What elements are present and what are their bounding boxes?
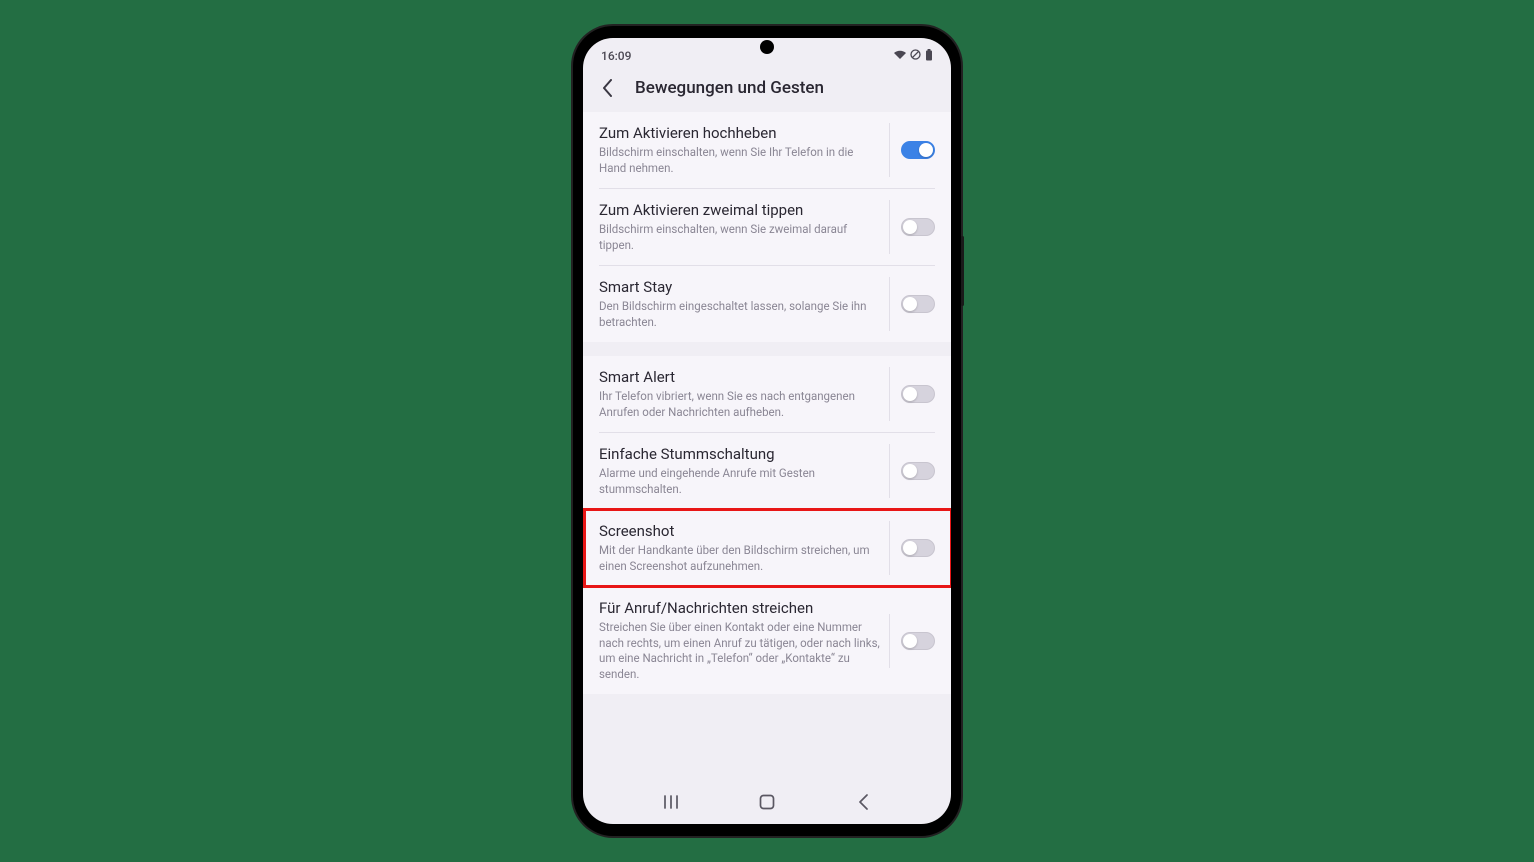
toggle-wrap bbox=[889, 462, 935, 480]
setting-subtitle: Mit der Handkante über den Bildschirm st… bbox=[599, 543, 881, 574]
no-disturb-icon bbox=[910, 49, 921, 63]
setting-text: Einfache Stummschaltung Alarme und eingeh… bbox=[599, 445, 889, 497]
header: Bewegungen und Gesten bbox=[583, 68, 951, 112]
setting-text: Zum Aktivieren hochheben Bildschirm einsc… bbox=[599, 124, 889, 176]
nav-home-button[interactable] bbox=[755, 790, 779, 814]
phone-frame: 16:09 Bewegungen und Gesten Zum Aktivier… bbox=[573, 26, 961, 836]
setting-row[interactable]: Smart Alert Ihr Telefon vibriert, wenn Si… bbox=[583, 356, 951, 432]
chevron-left-icon bbox=[602, 79, 613, 97]
setting-title: Für Anruf/Nachrichten streichen bbox=[599, 599, 881, 617]
setting-row[interactable]: Einfache Stummschaltung Alarme und eingeh… bbox=[583, 433, 951, 509]
toggle-wrap bbox=[889, 539, 935, 557]
toggle-switch[interactable] bbox=[901, 539, 935, 557]
wifi-icon bbox=[894, 49, 906, 63]
setting-title: Zum Aktivieren hochheben bbox=[599, 124, 881, 142]
toggle-switch[interactable] bbox=[901, 385, 935, 403]
screen: 16:09 Bewegungen und Gesten Zum Aktivier… bbox=[583, 38, 951, 824]
setting-subtitle: Ihr Telefon vibriert, wenn Sie es nach e… bbox=[599, 389, 881, 420]
navigation-bar bbox=[583, 780, 951, 824]
settings-content[interactable]: Zum Aktivieren hochheben Bildschirm einsc… bbox=[583, 112, 951, 780]
back-icon bbox=[858, 794, 869, 810]
setting-title: Zum Aktivieren zweimal tippen bbox=[599, 201, 881, 219]
toggle-switch[interactable] bbox=[901, 295, 935, 313]
toggle-wrap bbox=[889, 141, 935, 159]
page-title: Bewegungen und Gesten bbox=[635, 78, 824, 98]
setting-subtitle: Streichen Sie über einen Kontakt oder ei… bbox=[599, 620, 881, 682]
setting-row[interactable]: Für Anruf/Nachrichten streichen Streichen… bbox=[583, 587, 951, 694]
toggle-switch[interactable] bbox=[901, 141, 935, 159]
toggle-wrap bbox=[889, 632, 935, 650]
setting-title: Screenshot bbox=[599, 522, 881, 540]
setting-text: Für Anruf/Nachrichten streichen Streichen… bbox=[599, 599, 889, 682]
setting-subtitle: Bildschirm einschalten, wenn Sie Ihr Tel… bbox=[599, 145, 881, 176]
setting-title: Smart Stay bbox=[599, 278, 881, 296]
back-button[interactable] bbox=[597, 78, 617, 98]
status-icons bbox=[894, 49, 933, 64]
setting-text: Smart Stay Den Bildschirm eingeschaltet l… bbox=[599, 278, 889, 330]
nav-recents-button[interactable] bbox=[659, 790, 683, 814]
settings-group: Zum Aktivieren hochheben Bildschirm einsc… bbox=[583, 112, 951, 342]
setting-text: Zum Aktivieren zweimal tippen Bildschirm … bbox=[599, 201, 889, 253]
side-button bbox=[961, 236, 964, 306]
status-time: 16:09 bbox=[601, 49, 631, 63]
setting-row[interactable]: Zum Aktivieren hochheben Bildschirm einsc… bbox=[583, 112, 951, 188]
toggle-switch[interactable] bbox=[901, 462, 935, 480]
setting-subtitle: Bildschirm einschalten, wenn Sie zweimal… bbox=[599, 222, 881, 253]
setting-title: Einfache Stummschaltung bbox=[599, 445, 881, 463]
setting-row[interactable]: Smart Stay Den Bildschirm eingeschaltet l… bbox=[583, 266, 951, 342]
toggle-wrap bbox=[889, 218, 935, 236]
setting-row[interactable]: Zum Aktivieren zweimal tippen Bildschirm … bbox=[583, 189, 951, 265]
setting-subtitle: Alarme und eingehende Anrufe mit Gesten … bbox=[599, 466, 881, 497]
toggle-wrap bbox=[889, 295, 935, 313]
home-icon bbox=[759, 794, 775, 810]
settings-group: Smart Alert Ihr Telefon vibriert, wenn Si… bbox=[583, 356, 951, 694]
toggle-wrap bbox=[889, 385, 935, 403]
setting-text: Smart Alert Ihr Telefon vibriert, wenn Si… bbox=[599, 368, 889, 420]
battery-icon bbox=[925, 49, 933, 64]
setting-text: Screenshot Mit der Handkante über den Bil… bbox=[599, 522, 889, 574]
toggle-switch[interactable] bbox=[901, 218, 935, 236]
setting-row[interactable]: Screenshot Mit der Handkante über den Bil… bbox=[583, 510, 951, 586]
toggle-switch[interactable] bbox=[901, 632, 935, 650]
front-camera bbox=[760, 40, 774, 54]
setting-title: Smart Alert bbox=[599, 368, 881, 386]
recents-icon bbox=[662, 795, 680, 809]
nav-back-button[interactable] bbox=[851, 790, 875, 814]
setting-subtitle: Den Bildschirm eingeschaltet lassen, sol… bbox=[599, 299, 881, 330]
